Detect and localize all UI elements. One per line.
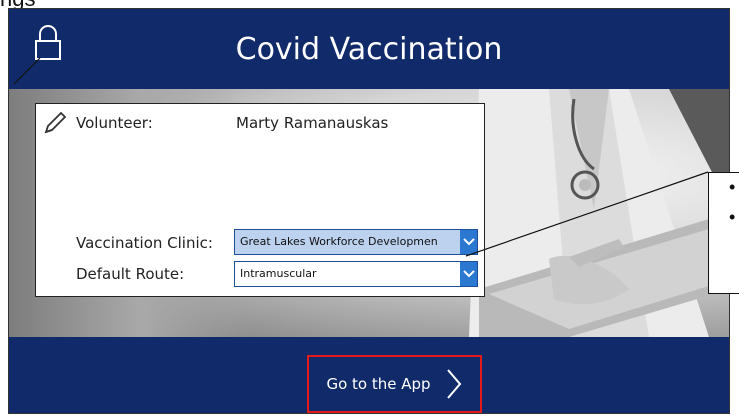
callout-bullet: • <box>729 177 736 197</box>
chevron-down-icon[interactable] <box>460 230 477 254</box>
app-header: Covid Vaccination <box>9 9 729 89</box>
cutoff-heading-text: ngs <box>0 0 35 11</box>
vaccination-clinic-value: Great Lakes Workforce Developmen <box>240 235 438 248</box>
callout-bullet: • <box>729 207 736 227</box>
go-to-app-label: Go to the App <box>326 375 431 393</box>
volunteer-label: Volunteer: <box>76 114 153 132</box>
app-screen: Covid Vaccination Volunteer: Marty Raman… <box>8 8 730 414</box>
pencil-icon[interactable] <box>42 110 68 136</box>
default-route-dropdown[interactable]: Intramuscular <box>234 261 478 287</box>
chevron-down-icon[interactable] <box>460 262 477 286</box>
go-to-app-button[interactable]: Go to the App <box>307 355 482 413</box>
annotation-callout: • • <box>708 172 739 294</box>
lock-icon[interactable] <box>32 23 64 63</box>
default-route-label: Default Route: <box>76 265 185 283</box>
app-footer: Go to the App <box>9 337 729 413</box>
vaccination-clinic-label: Vaccination Clinic: <box>76 234 213 252</box>
page-title: Covid Vaccination <box>235 31 503 67</box>
default-route-value: Intramuscular <box>240 267 317 280</box>
chevron-right-icon <box>446 369 461 399</box>
volunteer-settings-card: Volunteer: Marty Ramanauskas Vaccination… <box>35 103 485 297</box>
vaccination-clinic-dropdown[interactable]: Great Lakes Workforce Developmen <box>234 229 478 255</box>
volunteer-name: Marty Ramanauskas <box>236 114 389 132</box>
